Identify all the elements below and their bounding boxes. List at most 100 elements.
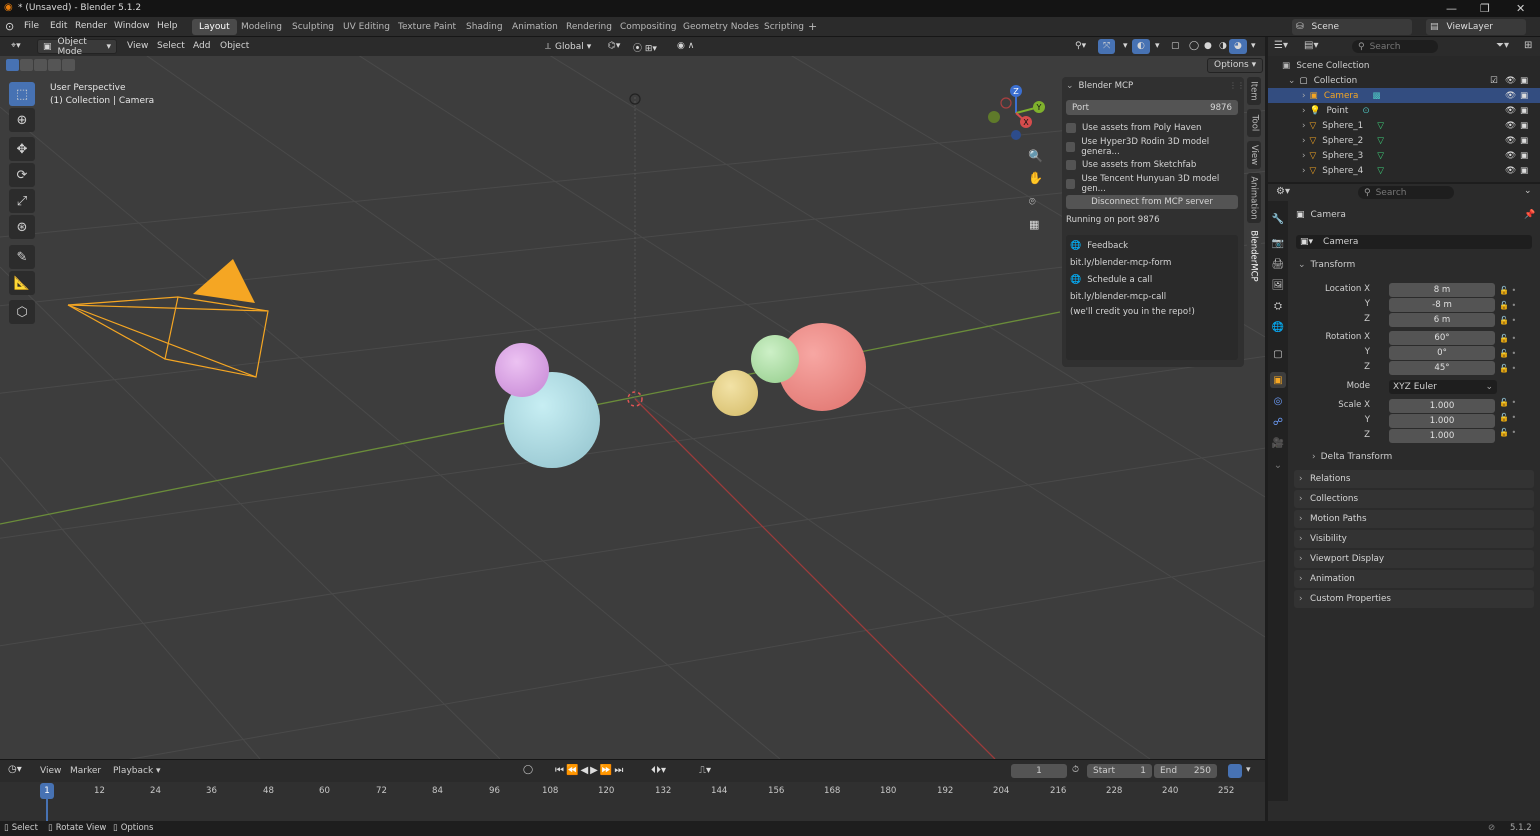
animation-panel[interactable]: › Animation — [1294, 570, 1534, 588]
tool-tab-icon[interactable]: 🔧 — [1270, 211, 1286, 227]
outliner-item-point[interactable]: › 💡 Point ⊙ 👁 ▣ — [1268, 103, 1540, 118]
xray-icon[interactable]: ▢ — [1166, 39, 1185, 54]
gizmo-dropdown-icon[interactable]: ▾ — [1118, 39, 1133, 54]
overlay-toggle-icon[interactable]: ◐ — [1132, 39, 1150, 54]
tab-animation[interactable]: Animation — [1247, 173, 1261, 223]
select-new-icon[interactable] — [6, 59, 19, 71]
eye-icon[interactable]: 👁 — [1505, 136, 1516, 146]
object-name-field[interactable]: ▣▾ Camera — [1296, 235, 1532, 249]
jump-end-icon[interactable]: ⏭ — [614, 765, 625, 776]
outliner-search[interactable]: ⚲ Search — [1352, 40, 1438, 53]
delta-transform-header[interactable]: › Delta Transform — [1312, 452, 1392, 462]
menu-render[interactable]: Render — [75, 21, 107, 31]
rotation-z-field[interactable]: 45° — [1389, 361, 1495, 375]
tab-shading[interactable]: Shading — [459, 19, 510, 35]
object-tab-icon[interactable]: ▣ — [1270, 372, 1286, 388]
tab-item[interactable]: Item — [1247, 77, 1261, 105]
timeline-ruler[interactable]: 1 12 24 36 48 60 72 84 96 108 120 132 14… — [0, 782, 1265, 822]
editor-type-icon[interactable]: ⌖▾ — [6, 39, 26, 54]
chevron-down-icon[interactable]: ⌄ — [1524, 186, 1532, 196]
close-button[interactable]: ✕ — [1516, 2, 1525, 15]
view-options-icon[interactable] — [1228, 764, 1242, 778]
eye-icon[interactable]: 👁 — [1505, 91, 1516, 101]
camera-render-icon[interactable]: ▣ — [1520, 106, 1528, 116]
motion-paths-panel[interactable]: › Motion Paths — [1294, 510, 1534, 528]
lock-icon[interactable]: 🔓 • — [1499, 331, 1529, 346]
new-collection-icon[interactable]: ⊞ — [1524, 40, 1532, 51]
camera-data-tab-icon[interactable]: 🎥 — [1270, 435, 1286, 451]
snap-icon[interactable]: ⦿ ⊞▾ — [628, 39, 662, 54]
checkbox[interactable] — [1066, 142, 1076, 152]
scene-collection-row[interactable]: ▣ Scene Collection — [1268, 58, 1540, 73]
navigation-gizmo[interactable]: Z Y X — [984, 83, 1048, 143]
eye-icon[interactable]: 👁 — [1505, 106, 1516, 116]
outliner-editor-icon[interactable]: ☰▾ — [1274, 40, 1288, 51]
select-extend-icon[interactable] — [20, 59, 33, 71]
auto-keying-icon[interactable]: ⎍▾ — [699, 765, 711, 776]
collection-row[interactable]: ⌄ ▢ Collection ☑ 👁 ▣ — [1268, 73, 1540, 88]
outliner-item-sphere-4[interactable]: › ▽ Sphere_4 ▽ 👁 ▣ — [1268, 163, 1540, 178]
timeline-menu-marker[interactable]: Marker — [70, 766, 101, 776]
overlay-dropdown-icon[interactable]: ▾ — [1150, 39, 1165, 54]
location-y-field[interactable]: -8 m — [1389, 298, 1495, 312]
camera-render-icon[interactable]: ▣ — [1520, 121, 1528, 131]
modifiers-tab-icon[interactable]: ◎ — [1270, 393, 1286, 409]
lock-icon[interactable]: 🔓 • — [1499, 298, 1529, 313]
shading-dropdown-icon[interactable]: ▾ — [1246, 39, 1261, 54]
rotation-y-field[interactable]: 0° — [1389, 346, 1495, 360]
lock-icon[interactable]: 🔓 • — [1499, 346, 1529, 361]
gizmo-neg-x-axis[interactable] — [1000, 97, 1012, 109]
select-box-tool[interactable]: ⬚ — [9, 82, 35, 106]
gizmo-neg-y-axis[interactable] — [988, 111, 1000, 123]
transform-panel-header[interactable]: ⌄ Transform — [1298, 260, 1355, 270]
camera-render-icon[interactable]: ▣ — [1520, 76, 1528, 86]
menu-object[interactable]: Object — [215, 39, 254, 54]
lock-icon[interactable]: 🔓 • — [1499, 395, 1529, 410]
visibility-panel[interactable]: › Visibility — [1294, 530, 1534, 548]
maximize-button[interactable]: ❐ — [1480, 2, 1490, 15]
measure-tool[interactable]: 📐 — [9, 271, 35, 295]
option-poly-haven[interactable]: Use assets from Poly Haven — [1066, 121, 1238, 135]
menu-help[interactable]: Help — [157, 21, 178, 31]
location-z-field[interactable]: 6 m — [1389, 313, 1495, 327]
pin-icon[interactable]: 📌 — [1524, 210, 1535, 220]
timeline-menu-playback[interactable]: Playback — [113, 766, 153, 776]
menu-view[interactable]: View — [122, 39, 153, 54]
output-tab-icon[interactable]: 🖨 — [1270, 256, 1286, 272]
tab-geometry-nodes[interactable]: Geometry Nodes — [676, 19, 766, 35]
ortho-grid-icon[interactable]: ▦ — [1029, 218, 1039, 231]
timeline-menu-view[interactable]: View — [40, 766, 61, 776]
eye-icon[interactable]: 👁 — [1505, 76, 1516, 86]
transform-tool[interactable]: ⊛ — [9, 215, 35, 239]
camera-render-icon[interactable]: ▣ — [1520, 136, 1528, 146]
custom-properties-panel[interactable]: › Custom Properties — [1294, 590, 1534, 608]
cursor-tool[interactable]: ⊕ — [9, 108, 35, 132]
annotate-tool[interactable]: ✎ — [9, 245, 35, 269]
select-subtract-icon[interactable] — [34, 59, 47, 71]
scale-tool[interactable]: ⤢ — [9, 189, 35, 213]
camera-render-icon[interactable]: ▣ — [1520, 151, 1528, 161]
checkbox[interactable] — [1066, 123, 1076, 133]
tab-blendermcp[interactable]: BlenderMCP — [1247, 227, 1261, 285]
properties-search[interactable]: ⚲ Search — [1358, 186, 1454, 199]
record-icon[interactable]: ◯ — [523, 765, 533, 775]
timeline-editor-icon[interactable]: ◷▾ — [8, 764, 22, 775]
end-frame-field[interactable]: End 250 — [1154, 764, 1217, 778]
rendered-shading-icon[interactable]: ◕ — [1229, 39, 1247, 54]
properties-editor-icon[interactable]: ⚙▾ — [1276, 186, 1290, 197]
sphere-5[interactable] — [751, 335, 799, 383]
tab-compositing[interactable]: Compositing — [613, 19, 683, 35]
tab-animation[interactable]: Animation — [505, 19, 565, 35]
schedule-link[interactable]: bit.ly/blender-mcp-call — [1070, 292, 1166, 302]
scale-x-field[interactable]: 1.000 — [1389, 399, 1495, 413]
port-field[interactable]: Port 9876 — [1066, 100, 1238, 115]
proportional-edit-icon[interactable]: ◉ ∧ — [672, 39, 699, 54]
minimize-button[interactable]: — — [1446, 2, 1457, 15]
outliner-item-sphere-2[interactable]: › ▽ Sphere_2 ▽ 👁 ▣ — [1268, 133, 1540, 148]
eye-icon[interactable]: 👁 — [1505, 151, 1516, 161]
gizmo-toggle-icon[interactable]: ⤧ — [1098, 39, 1116, 54]
rotation-x-field[interactable]: 60° — [1389, 331, 1495, 345]
lock-icon[interactable]: 🔓 • — [1499, 283, 1529, 298]
tab-rendering[interactable]: Rendering — [559, 19, 619, 35]
pivot-icon[interactable]: ⌬▾ — [603, 39, 625, 54]
